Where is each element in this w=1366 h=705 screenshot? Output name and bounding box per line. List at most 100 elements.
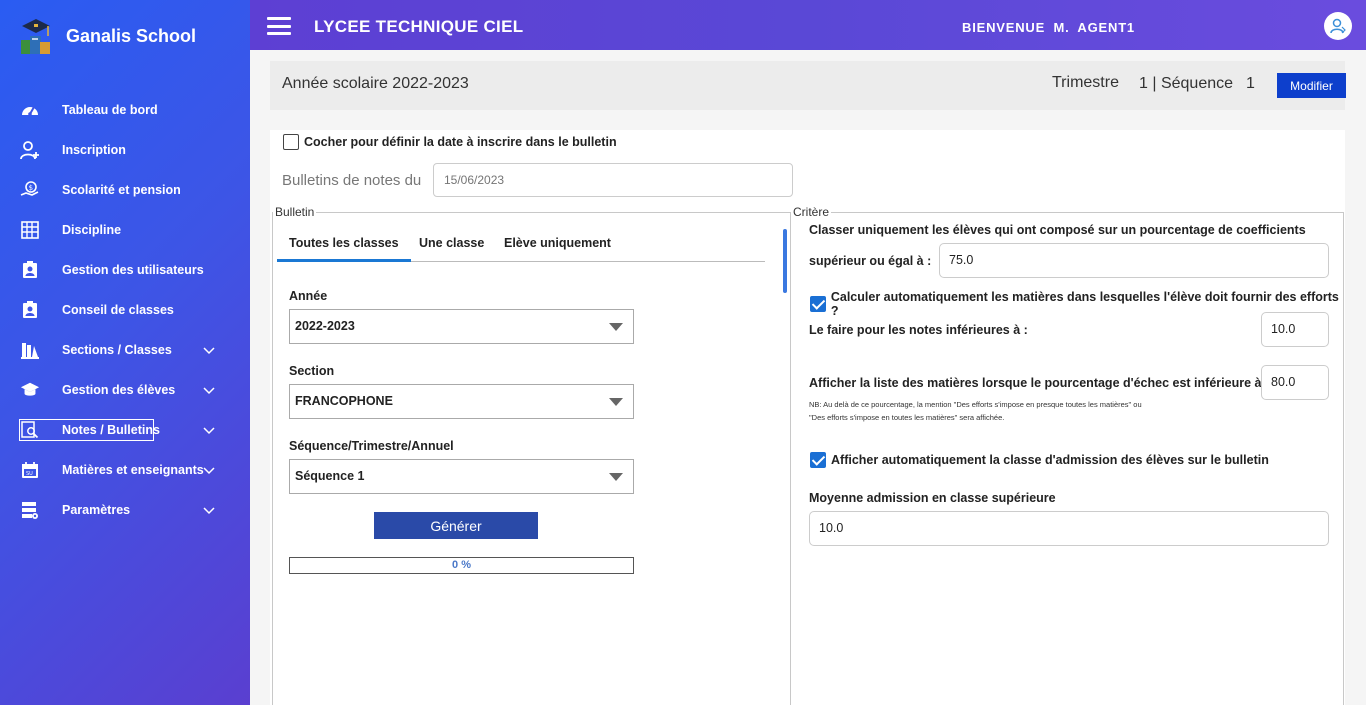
sidebar-item-scolarite[interactable]: $ Scolarité et pension — [0, 170, 250, 210]
classer-value: 75.0 — [949, 253, 974, 267]
user-avatar-icon[interactable] — [1324, 12, 1352, 40]
graduation-cap-icon — [20, 380, 40, 400]
periode-label: Séquence/Trimestre/Annuel — [289, 439, 454, 453]
date-checkbox[interactable] — [283, 134, 299, 150]
calculator-icon — [20, 220, 40, 240]
sidebar-item-label: Discipline — [62, 223, 122, 237]
afficher-value: 80.0 — [1271, 375, 1296, 389]
bulletin-legend: Bulletin — [275, 205, 315, 219]
dropdown-arrow-icon — [609, 323, 623, 331]
date-checkbox-row[interactable]: Cocher pour définir la date à inscrire d… — [283, 134, 617, 150]
nb-line-2: "Des efforts s'impose en toutes les mati… — [809, 413, 1005, 422]
sidebar-item-label: Sections / Classes — [62, 343, 172, 357]
svg-text:SU: SU — [26, 471, 33, 477]
afficher-input[interactable]: 80.0 — [1261, 365, 1329, 400]
clipboard-user-icon — [20, 300, 40, 320]
school-logo-icon — [18, 14, 54, 56]
dropdown-arrow-icon — [609, 473, 623, 481]
section-label: Section — [289, 364, 335, 378]
bulletin-fieldset: Bulletin — [272, 205, 791, 705]
sidebar-nav: Tableau de bord Inscription $ Scolarité … — [0, 90, 250, 530]
moyenne-label: Moyenne admission en classe supérieure — [809, 491, 1056, 505]
progress-bar: 0 % — [289, 557, 634, 574]
sidebar-item-label: Tableau de bord — [62, 103, 158, 117]
sidebar-item-sections-classes[interactable]: Sections / Classes — [0, 330, 250, 370]
classer-input[interactable]: 75.0 — [939, 243, 1329, 278]
faire-value: 10.0 — [1271, 322, 1296, 336]
sidebar-item-label: Conseil de classes — [62, 303, 174, 317]
date-checkbox-label: Cocher pour définir la date à inscrire d… — [304, 135, 617, 149]
critere-legend: Critère — [793, 205, 830, 219]
periode-select[interactable]: Séquence 1 — [289, 459, 634, 494]
sidebar-item-inscription[interactable]: Inscription — [0, 130, 250, 170]
sidebar-item-label: Scolarité et pension — [62, 183, 181, 197]
main-panel: Cocher pour définir la date à inscrire d… — [270, 130, 1345, 705]
active-item-outline — [19, 419, 154, 441]
calc-checkbox[interactable] — [810, 296, 826, 312]
classer-text: Classer uniquement les élèves qui ont co… — [809, 223, 1306, 237]
sidebar-item-label: Paramètres — [62, 503, 131, 517]
money-hand-icon: $ — [20, 180, 40, 200]
sidebar-item-discipline[interactable]: Discipline — [0, 210, 250, 250]
topbar: LYCEE TECHNIQUE CIEL BIENVENUE M. AGENT1 — [250, 0, 1366, 50]
section-select[interactable]: FRANCOPHONE — [289, 384, 634, 419]
id-badge-icon — [20, 260, 40, 280]
tab-toutes-classes[interactable]: Toutes les classes — [277, 236, 411, 262]
sidebar-item-tableau-de-bord[interactable]: Tableau de bord — [0, 90, 250, 130]
moyenne-value: 10.0 — [819, 521, 844, 535]
admission-checkbox-row[interactable]: Afficher automatiquement la classe d'adm… — [810, 452, 1269, 468]
sidebar-item-gestion-utilisateurs[interactable]: Gestion des utilisateurs — [0, 250, 250, 290]
sidebar-item-notes-bulletins[interactable]: Notes / Bulletins — [0, 410, 250, 450]
periode-value: Séquence 1 — [295, 469, 365, 483]
modify-button[interactable]: Modifier — [1277, 73, 1346, 98]
school-year-label: Année scolaire 2022-2023 — [282, 75, 469, 92]
classer-text-2: supérieur ou égal à : — [809, 254, 932, 268]
tab-eleve-uniquement[interactable]: Elève uniquement — [504, 236, 611, 262]
progress-text: 0 % — [452, 559, 471, 571]
sidebar-item-label: Gestion des utilisateurs — [62, 263, 204, 277]
settings-stack-icon — [20, 500, 40, 520]
brand[interactable]: Ganalis School — [18, 14, 196, 56]
school-building-icon — [20, 340, 40, 360]
bulletin-tabs: Toutes les classes Une classe Elève uniq… — [277, 230, 765, 262]
admission-checkbox[interactable] — [810, 452, 826, 468]
section-value: FRANCOPHONE — [295, 394, 393, 408]
menu-toggle-icon[interactable] — [267, 17, 291, 35]
sidebar-item-label: Gestion des élèves — [62, 383, 176, 397]
faire-input[interactable]: 10.0 — [1261, 312, 1329, 347]
chevron-down-icon — [203, 343, 215, 358]
tab-une-classe[interactable]: Une classe — [419, 236, 484, 262]
scrollbar-thumb[interactable] — [783, 229, 787, 293]
sidebar-item-label: Inscription — [62, 143, 126, 157]
chevron-down-icon — [203, 463, 215, 478]
user-add-icon — [20, 140, 40, 160]
generate-button[interactable]: Générer — [374, 512, 538, 539]
chevron-down-icon — [203, 423, 215, 438]
sidebar-item-parametres[interactable]: Paramètres — [0, 490, 250, 530]
sequence-text: 1 | Séquence 1 — [1139, 75, 1255, 92]
trimestre-label: Trimestre — [1052, 74, 1119, 91]
sidebar-item-conseil-classes[interactable]: Conseil de classes — [0, 290, 250, 330]
sidebar-item-gestion-eleves[interactable]: Gestion des élèves — [0, 370, 250, 410]
annee-value: 2022-2023 — [295, 319, 355, 333]
welcome-text: BIENVENUE M. AGENT1 — [962, 20, 1135, 35]
annee-select[interactable]: 2022-2023 — [289, 309, 634, 344]
sidebar: Ganalis School Tableau de bord Inscripti… — [0, 0, 250, 705]
admission-checkbox-label: Afficher automatiquement la classe d'adm… — [831, 453, 1269, 467]
dashboard-icon — [20, 100, 40, 120]
sidebar-item-label: Matières et enseignants — [62, 463, 204, 477]
sidebar-item-matieres-enseignants[interactable]: SU Matières et enseignants — [0, 450, 250, 490]
school-name: LYCEE TECHNIQUE CIEL — [314, 17, 524, 36]
chevron-down-icon — [203, 383, 215, 398]
dropdown-arrow-icon — [609, 398, 623, 406]
annee-label: Année — [289, 289, 328, 303]
date-input[interactable] — [433, 163, 793, 197]
afficher-label: Afficher la liste des matières lorsque l… — [809, 376, 1262, 390]
school-year-bar: Année scolaire 2022-2023 Trimestre 1 | S… — [270, 61, 1346, 110]
date-label: Bulletins de notes du — [282, 172, 422, 189]
calendar-icon: SU — [20, 460, 40, 480]
svg-text:$: $ — [29, 184, 33, 192]
nb-note: NB: Au delà de ce pourcentage, la mentio… — [809, 398, 1142, 424]
moyenne-input[interactable]: 10.0 — [809, 511, 1329, 546]
brand-title: Ganalis School — [66, 25, 197, 46]
